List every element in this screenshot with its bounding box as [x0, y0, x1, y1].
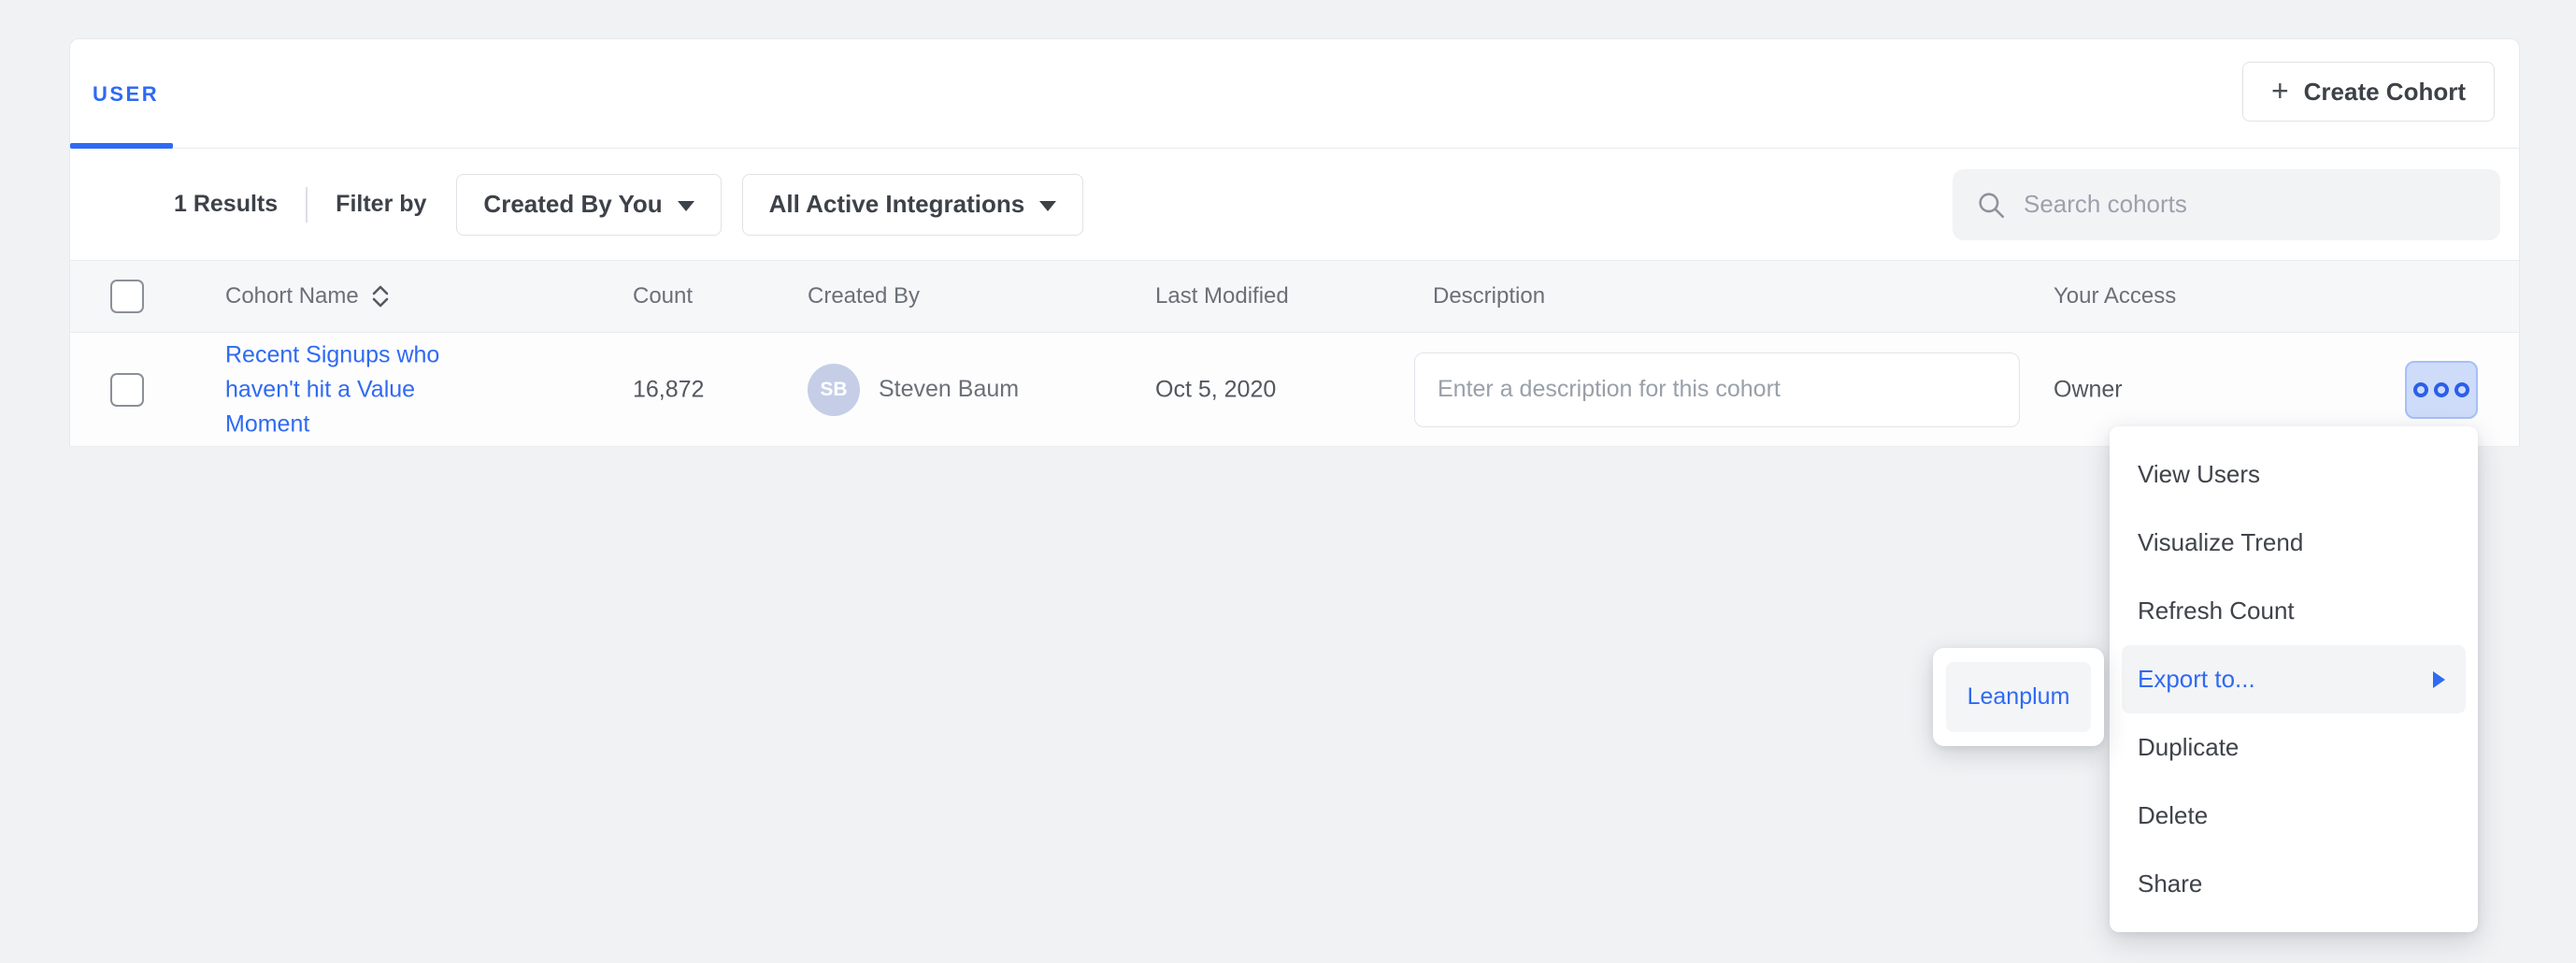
menu-item-duplicate[interactable]: Duplicate — [2110, 713, 2478, 782]
access-level: Owner — [2054, 376, 2123, 403]
chevron-down-icon — [1039, 201, 1056, 211]
header-description: Description — [1433, 283, 1545, 309]
tab-bar: USER + Create Cohort — [70, 39, 2519, 149]
create-cohort-button[interactable]: + Create Cohort — [2242, 62, 2495, 122]
create-cohort-label: Create Cohort — [2304, 78, 2466, 107]
plus-icon: + — [2271, 76, 2289, 106]
created-by-dropdown-label: Created By You — [483, 190, 662, 219]
search-icon — [1975, 189, 2007, 221]
select-all-checkbox[interactable] — [110, 280, 144, 313]
menu-item-view-users[interactable]: View Users — [2110, 440, 2478, 509]
menu-item-refresh-count[interactable]: Refresh Count — [2110, 577, 2478, 645]
three-dots-icon — [2454, 382, 2469, 397]
filter-bar: 1 Results Filter by Created By You All A… — [70, 149, 2519, 260]
tab-user[interactable]: USER — [93, 82, 159, 107]
search-box[interactable] — [1953, 169, 2500, 240]
integrations-dropdown[interactable]: All Active Integrations — [742, 174, 1084, 236]
header-count: Count — [633, 283, 693, 309]
table-header-row: Cohort Name Count Created By Last Modifi… — [70, 260, 2519, 333]
menu-item-delete[interactable]: Delete — [2110, 782, 2478, 850]
results-count: 1 Results — [174, 191, 278, 218]
search-input[interactable] — [2024, 190, 2478, 219]
three-dots-icon — [2434, 382, 2449, 397]
divider — [306, 187, 308, 223]
row-checkbox[interactable] — [110, 373, 144, 407]
menu-item-share[interactable]: Share — [2110, 850, 2478, 918]
sort-icon — [370, 283, 391, 309]
filter-by-label: Filter by — [336, 191, 426, 218]
cohort-count: 16,872 — [633, 376, 704, 403]
creator-name: Steven Baum — [879, 376, 1019, 403]
menu-item-export-to[interactable]: Export to... — [2122, 645, 2466, 713]
submenu-item-leanplum[interactable]: Leanplum — [1946, 662, 2091, 732]
last-modified-date: Oct 5, 2020 — [1155, 376, 1276, 403]
cohort-name-link[interactable]: Recent Signups who haven't hit a Value M… — [225, 338, 461, 441]
header-cohort-name[interactable]: Cohort Name — [225, 283, 391, 309]
avatar: SB — [808, 364, 860, 416]
chevron-down-icon — [678, 201, 694, 211]
header-your-access: Your Access — [2054, 283, 2176, 309]
three-dots-icon — [2413, 382, 2428, 397]
creator-cell: SB Steven Baum — [808, 364, 1019, 416]
header-created-by: Created By — [808, 283, 920, 309]
description-input[interactable] — [1414, 352, 2020, 427]
integrations-dropdown-label: All Active Integrations — [769, 190, 1025, 219]
menu-item-visualize-trend[interactable]: Visualize Trend — [2110, 509, 2478, 577]
cohorts-panel: USER + Create Cohort 1 Results Filter by… — [69, 38, 2520, 447]
created-by-dropdown[interactable]: Created By You — [456, 174, 721, 236]
export-submenu: Leanplum — [1933, 648, 2104, 746]
header-last-modified: Last Modified — [1155, 283, 1289, 309]
chevron-right-icon — [2433, 671, 2445, 688]
row-actions-menu: View Users Visualize Trend Refresh Count… — [2110, 426, 2478, 932]
row-actions-button[interactable] — [2405, 361, 2478, 419]
